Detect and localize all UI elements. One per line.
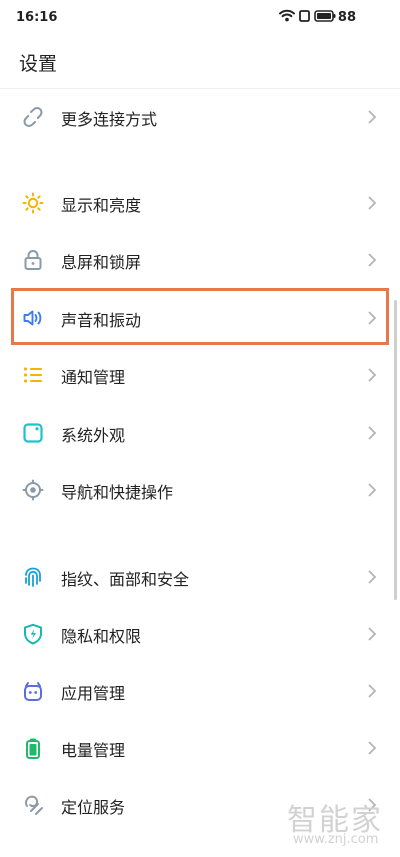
settings-item-navigation-shortcuts[interactable]: 导航和快捷操作 xyxy=(0,462,400,518)
settings-item-label: 更多连接方式 xyxy=(61,110,158,129)
chevron-right-icon xyxy=(368,253,377,267)
battery-status-icon xyxy=(314,9,336,22)
chevron-right-icon xyxy=(368,196,377,210)
highlight-box xyxy=(11,288,389,345)
appearance-icon xyxy=(23,423,43,443)
chevron-right-icon xyxy=(368,483,377,497)
settings-item-label: 导航和快捷操作 xyxy=(61,483,174,502)
settings-item-more-connections[interactable]: 更多连接方式 xyxy=(0,89,400,145)
settings-item-label: 定位服务 xyxy=(61,798,126,817)
sun-icon xyxy=(22,192,44,214)
status-icons xyxy=(279,9,336,22)
shield-icon xyxy=(24,623,42,645)
settings-item-label: 指纹、面部和安全 xyxy=(61,570,190,589)
chevron-right-icon xyxy=(368,368,377,382)
chevron-right-icon xyxy=(368,684,377,698)
chevron-right-icon xyxy=(368,426,377,440)
watermark-url: www.znj.com xyxy=(293,832,379,847)
settings-item-label: 息屏和锁屏 xyxy=(61,253,142,272)
lock-icon xyxy=(24,249,42,270)
settings-item-label: 显示和亮度 xyxy=(61,196,142,215)
link-icon xyxy=(23,107,43,127)
list-icon xyxy=(24,367,42,383)
settings-item-battery-management[interactable]: 电量管理 xyxy=(0,720,400,776)
settings-item-label: 通知管理 xyxy=(61,368,126,387)
chevron-right-icon xyxy=(368,627,377,641)
watermark: 智能家 www.znj.com xyxy=(287,795,392,851)
status-time: 16:16 xyxy=(16,10,58,25)
screen-icon xyxy=(299,10,310,22)
settings-item-screen-lock[interactable]: 息屏和锁屏 xyxy=(0,232,400,288)
page-header: 设置 xyxy=(0,34,400,88)
battery-level: 88 xyxy=(337,10,356,25)
scrollbar[interactable] xyxy=(394,300,397,600)
settings-item-label: 应用管理 xyxy=(61,684,126,703)
chevron-right-icon xyxy=(368,741,377,755)
wifi-icon xyxy=(279,9,295,22)
battery-icon xyxy=(26,738,40,759)
settings-item-appearance[interactable]: 系统外观 xyxy=(0,405,400,461)
settings-item-notifications[interactable]: 通知管理 xyxy=(0,347,400,403)
fingerprint-icon xyxy=(25,567,41,587)
app-icon xyxy=(24,682,42,701)
navigation-icon xyxy=(22,479,44,501)
settings-item-app-management[interactable]: 应用管理 xyxy=(0,663,400,719)
page-title: 设置 xyxy=(19,53,58,75)
settings-item-label: 电量管理 xyxy=(61,741,126,760)
chevron-right-icon xyxy=(368,570,377,584)
settings-item-label: 隐私和权限 xyxy=(61,627,142,646)
settings-item-fingerprint-face-security[interactable]: 指纹、面部和安全 xyxy=(0,549,400,605)
location-icon xyxy=(25,795,43,815)
settings-item-label: 系统外观 xyxy=(61,426,126,445)
settings-item-display-brightness[interactable]: 显示和亮度 xyxy=(0,175,400,231)
chevron-right-icon xyxy=(368,110,377,124)
settings-item-privacy-permissions[interactable]: 隐私和权限 xyxy=(0,606,400,662)
status-bar: 16:16 88 xyxy=(0,0,400,34)
